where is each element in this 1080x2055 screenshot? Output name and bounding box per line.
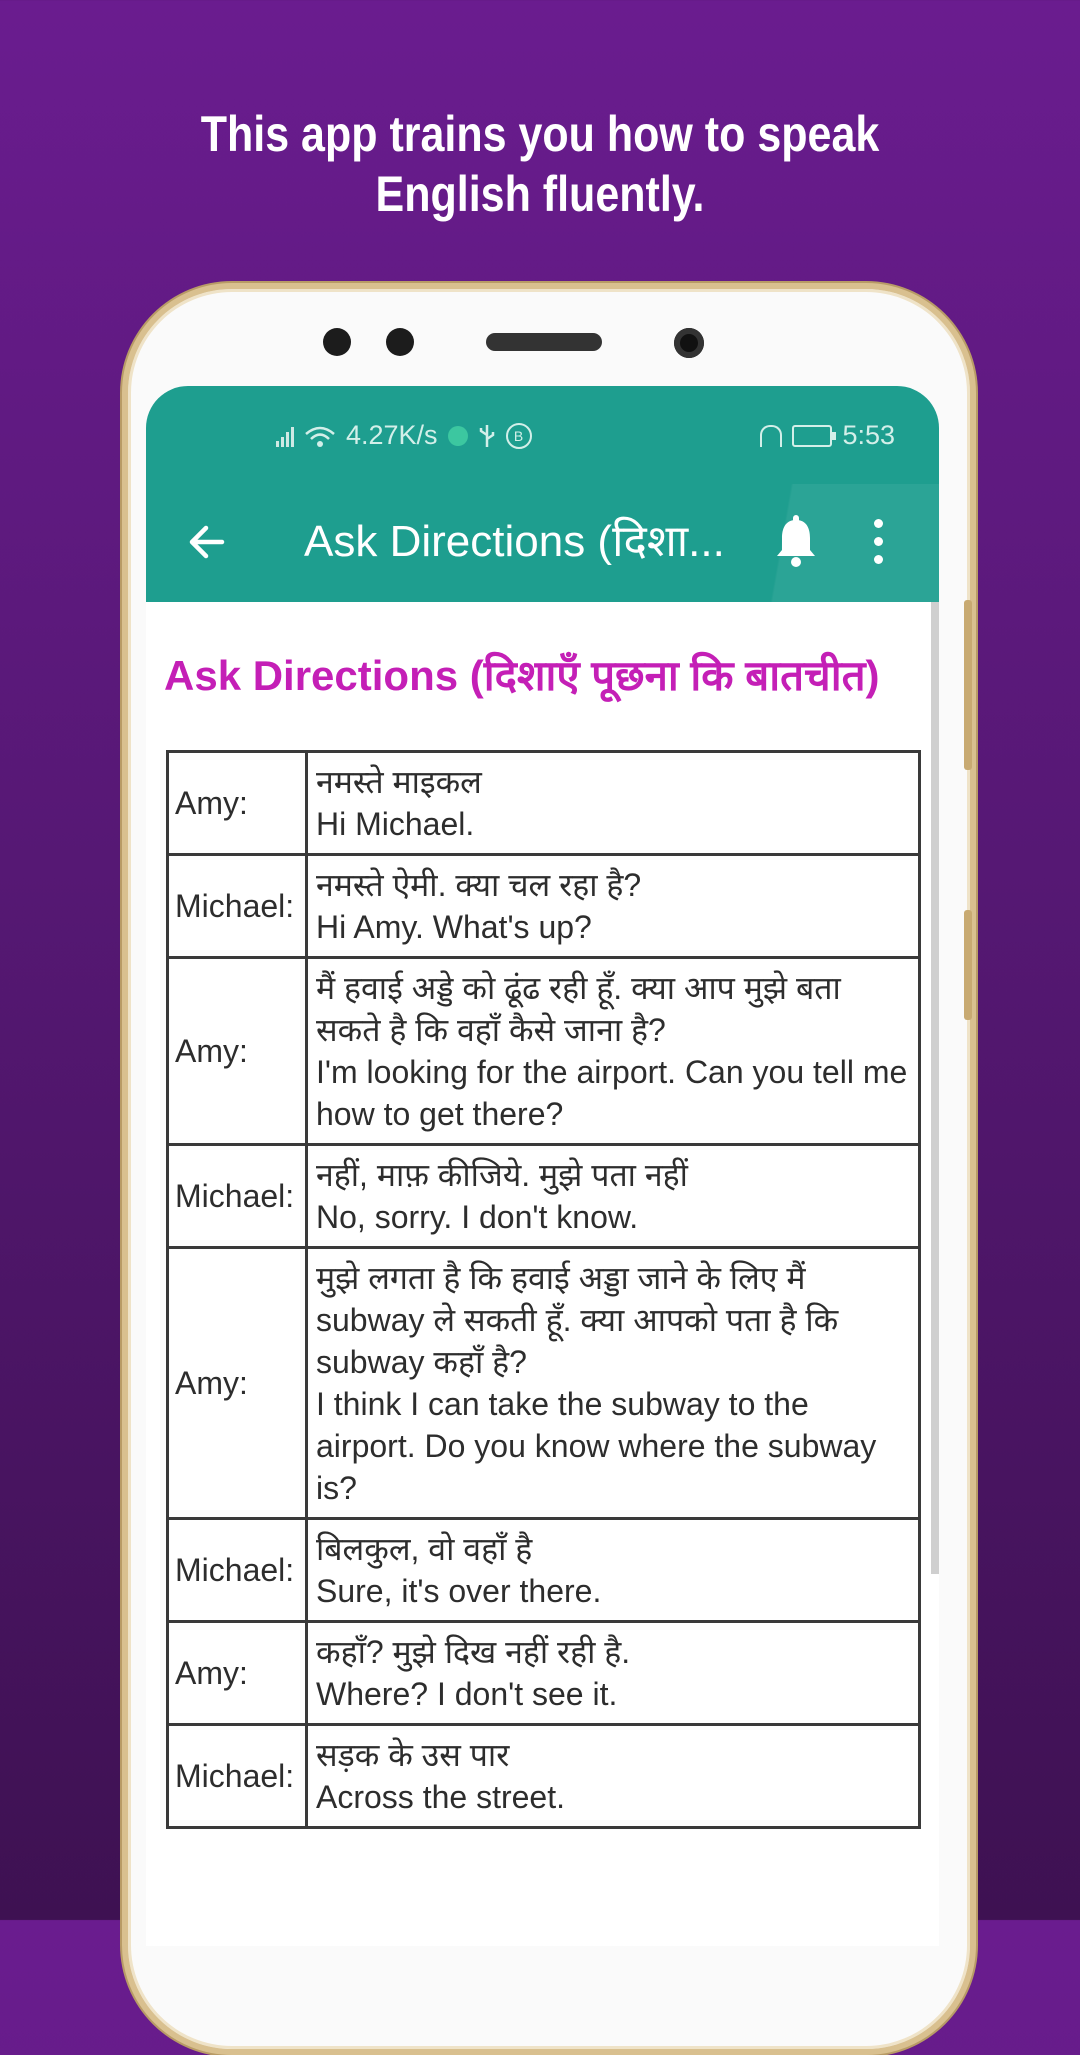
status-right: 5:53 (760, 420, 895, 451)
back-arrow-icon[interactable] (182, 516, 234, 568)
status-time: 5:53 (842, 420, 895, 450)
english-line: I'm looking for the airport. Can you tel… (316, 1054, 908, 1132)
table-row: Michael: नहीं, माफ़ कीजिये. मुझे पता नहीं… (166, 1143, 921, 1249)
headline-line-1: This app trains you how to speak (200, 106, 880, 162)
hindi-line: नमस्ते माइकल (316, 764, 482, 800)
phone-volume-button (964, 600, 972, 770)
content-area: Ask Directions (दिशाएँ पूछना कि बातचीत) … (146, 602, 939, 1946)
english-line: Sure, it's over there. (316, 1573, 602, 1609)
english-line: Hi Michael. (316, 806, 475, 842)
english-line: I think I can take the subway to the air… (316, 1386, 877, 1506)
signal-icon (276, 425, 294, 447)
battery-icon (792, 424, 837, 447)
line-cell: मुझे लगता है कि हवाई अड्डा जाने के लिए म… (305, 1246, 921, 1520)
table-row: Michael: नमस्ते ऐमी. क्या चल रहा है? Hi Am… (166, 853, 921, 959)
hindi-line: नहीं, माफ़ कीजिये. मुझे पता नहीं (316, 1157, 688, 1193)
speaker-name: Amy: (166, 1620, 308, 1726)
line-cell: नहीं, माफ़ कीजिये. मुझे पता नहीं No, sorr… (305, 1143, 921, 1249)
speaker-name: Amy: (166, 956, 308, 1146)
speaker-name: Michael: (166, 1517, 308, 1623)
status-left: 4.27K/s B (276, 420, 532, 451)
scrollbar[interactable] (931, 602, 939, 1574)
b-badge-icon: B (505, 422, 532, 449)
usb-icon (479, 424, 494, 447)
promo-headline: This app trains you how to speak English… (76, 104, 1005, 224)
line-cell: नमस्ते माइकल Hi Michael. (305, 750, 921, 856)
english-line: Across the street. (316, 1779, 565, 1815)
headline-line-2: English fluently. (375, 166, 705, 222)
toolbar-title: Ask Directions (दिशा... (304, 517, 725, 566)
english-line: Hi Amy. What's up? (316, 909, 592, 945)
phone-sensor (386, 328, 414, 356)
speaker-name: Amy: (166, 750, 308, 856)
headset-icon (760, 424, 783, 447)
phone-earpiece (486, 333, 602, 351)
line-cell: नमस्ते ऐमी. क्या चल रहा है? Hi Amy. What'… (305, 853, 921, 959)
phone-power-button (964, 910, 972, 1020)
table-row: Michael: सड़क के उस पार Across the street. (166, 1723, 921, 1829)
line-cell: मैं हवाई अड्डे को ढूंढ रही हूँ. क्या आप … (305, 956, 921, 1146)
globe-icon (447, 425, 468, 446)
more-vertical-icon[interactable] (868, 516, 888, 568)
line-cell: कहाँ? मुझे दिख नहीं रही है. Where? I don'… (305, 1620, 921, 1726)
front-camera (674, 328, 704, 358)
hindi-line: बिलकुल, वो वहाँ है (316, 1531, 533, 1567)
table-row: Amy: कहाँ? मुझे दिख नहीं रही है. Where? I … (166, 1620, 921, 1726)
line-cell: सड़क के उस पार Across the street. (305, 1723, 921, 1829)
table-row: Amy: नमस्ते माइकल Hi Michael. (166, 750, 921, 856)
speaker-name: Michael: (166, 1143, 308, 1249)
status-bar: 4.27K/s B 5:53 (146, 386, 939, 484)
page-title: Ask Directions (दिशाएँ पूछना कि बातचीत) (164, 652, 880, 699)
english-line: Where? I don't see it. (316, 1676, 618, 1712)
speaker-name: Michael: (166, 853, 308, 959)
network-speed: 4.27K/s (346, 420, 438, 450)
speaker-name: Michael: (166, 1723, 308, 1829)
phone-sensor (323, 328, 351, 356)
wifi-icon (305, 426, 335, 447)
line-cell: बिलकुल, वो वहाँ है Sure, it's over there. (305, 1517, 921, 1623)
table-row: Amy: मुझे लगता है कि हवाई अड्डा जाने के ल… (166, 1246, 921, 1520)
table-row: Amy: मैं हवाई अड्डे को ढूंढ रही हूँ. क्या… (166, 956, 921, 1146)
hindi-line: नमस्ते ऐमी. क्या चल रहा है? (316, 867, 642, 903)
dialog-table: Amy: नमस्ते माइकल Hi Michael. Michael: नमस्त… (166, 750, 921, 1829)
bell-icon[interactable] (771, 514, 821, 570)
app-toolbar: Ask Directions (दिशा... (146, 484, 939, 602)
hindi-line: सड़क के उस पार (316, 1737, 510, 1773)
speaker-name: Amy: (166, 1246, 308, 1520)
hindi-line: कहाँ? मुझे दिख नहीं रही है. (316, 1634, 631, 1670)
hindi-line: मुझे लगता है कि हवाई अड्डा जाने के लिए म… (316, 1260, 839, 1380)
table-row: Michael: बिलकुल, वो वहाँ है Sure, it's ove… (166, 1517, 921, 1623)
hindi-line: मैं हवाई अड्डे को ढूंढ रही हूँ. क्या आप … (316, 970, 841, 1048)
app-screen: 4.27K/s B 5:53 Ask Directions (दिशा... A… (146, 386, 939, 1946)
english-line: No, sorry. I don't know. (316, 1199, 639, 1235)
